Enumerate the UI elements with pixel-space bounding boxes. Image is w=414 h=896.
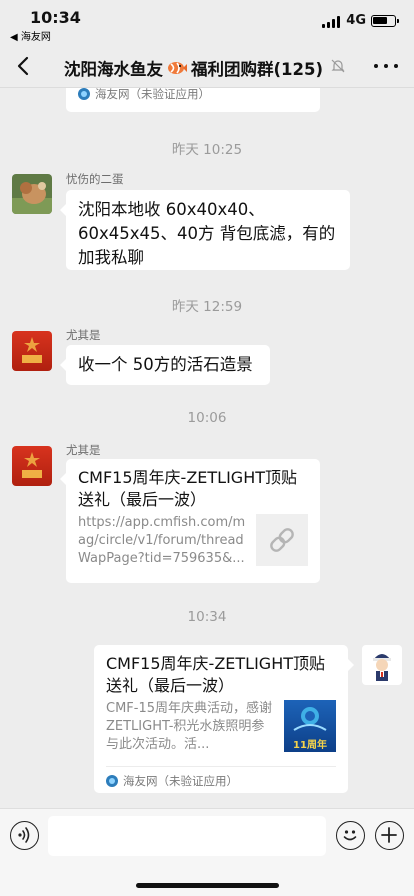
chat-title-part1: 沈阳海水鱼友: [64, 60, 163, 79]
avatar[interactable]: [12, 331, 52, 371]
mute-bell-icon: [331, 59, 345, 73]
fish-emoji-icon: [168, 62, 187, 74]
timestamp: 10:06: [187, 410, 227, 426]
signal-icon: [322, 16, 340, 28]
thumbnail-logo-icon: [293, 707, 327, 731]
chat-title[interactable]: 沈阳海水鱼友 福利团购群(125): [64, 56, 323, 80]
back-chevron-icon[interactable]: [12, 50, 40, 82]
more-options-button[interactable]: [374, 56, 398, 76]
self-avatar[interactable]: [362, 645, 402, 685]
sender-name: 尤其是: [66, 328, 101, 342]
voice-wave-icon: [18, 827, 30, 843]
message-bubble[interactable]: 收一个 50方的活石造景: [60, 345, 270, 385]
sender-name: 尤其是: [66, 443, 101, 457]
voice-input-button[interactable]: [10, 821, 39, 850]
timestamp: 昨天 10:25: [171, 142, 243, 158]
card-divider: [106, 766, 336, 767]
link-description: https://app.cmfish.com/mag/circle/v1/for…: [78, 515, 246, 566]
nav-bar: 沈阳海水鱼友 福利团购群(125): [0, 44, 414, 88]
link-title: CMF15周年庆-ZETLIGHT顶贴送礼（最后一波）: [106, 654, 325, 695]
network-type: 4G: [346, 13, 366, 28]
link-title: CMF15周年庆-ZETLIGHT顶贴送礼（最后一波）: [78, 468, 297, 509]
chat-title-part2: 福利团购群(125): [191, 60, 324, 79]
thumbnail-label: 11周年: [293, 740, 327, 751]
message-input[interactable]: [48, 816, 326, 856]
partial-link-card[interactable]: 海友网（未验证应用）: [66, 88, 320, 112]
link-card-message[interactable]: CMF15周年庆-ZETLIGHT顶贴送礼（最后一波） https://app.…: [60, 459, 320, 583]
back-to-app-link[interactable]: ◀ 海友网: [10, 28, 51, 43]
timestamp: 昨天 12:59: [171, 299, 243, 315]
link-card-message[interactable]: CMF15周年庆-ZETLIGHT顶贴送礼（最后一波） CMF-15周年庆典活动…: [94, 645, 354, 793]
link-chain-icon: [270, 528, 294, 552]
avatar-cartoon-icon: [362, 645, 402, 685]
haiyou-logo-icon: [106, 775, 118, 787]
more-functions-button[interactable]: [375, 821, 404, 850]
plus-icon: [381, 827, 397, 843]
link-thumbnail: [256, 514, 308, 566]
message-text: 收一个 50方的活石造景: [78, 355, 253, 374]
card-source: 海友网（未验证应用）: [78, 88, 210, 102]
timestamp: 10:34: [187, 609, 227, 625]
avatar-70-anniversary-icon: [12, 331, 52, 371]
status-bar: 10:34 ◀ 海友网 4G: [0, 0, 414, 44]
sender-name: 忧伤的二蛋: [66, 172, 124, 186]
smiley-icon: [343, 830, 357, 841]
chat-messages[interactable]: 海友网（未验证应用） 昨天 10:25 忧伤的二蛋 沈阳本地收 60x40x40…: [0, 88, 414, 808]
home-indicator[interactable]: [136, 883, 279, 888]
haiyou-logo-icon: [78, 88, 90, 100]
link-description: CMF-15周年庆典活动，感谢 ZETLIGHT-积光水族照明参与此次活动。活.…: [106, 701, 273, 752]
avatar[interactable]: [12, 174, 52, 214]
message-text: 沈阳本地收 60x40x40、60x45x45、40方 背包底滤，有的加我私聊: [78, 200, 336, 267]
message-bubble[interactable]: 沈阳本地收 60x40x40、60x45x45、40方 背包底滤，有的加我私聊: [60, 190, 350, 270]
link-thumbnail: 11周年: [284, 700, 336, 752]
avatar-photo-icon: [12, 174, 52, 214]
avatar[interactable]: [12, 446, 52, 486]
avatar-70-anniversary-icon: [12, 446, 52, 486]
battery-icon: [371, 15, 399, 27]
emoji-button[interactable]: [336, 821, 365, 850]
input-bar: [0, 808, 414, 896]
card-source: 海友网（未验证应用）: [106, 773, 238, 789]
status-time: 10:34: [30, 8, 81, 27]
